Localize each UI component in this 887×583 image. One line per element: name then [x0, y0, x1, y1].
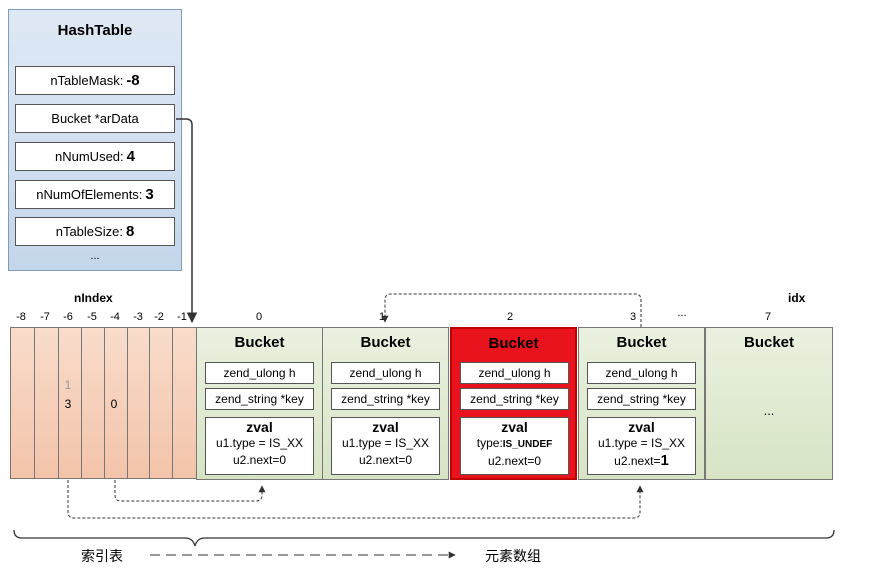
collision-chain-arrow	[381, 293, 642, 327]
bottom-brace	[13, 529, 835, 547]
nindex-to-bucket0-arrow	[114, 480, 266, 502]
nindex-to-bucket3-arrow	[67, 480, 644, 519]
element-array-label: 元素数组	[485, 548, 541, 564]
index-table-label: 索引表	[81, 548, 123, 564]
connector-layer	[13, 118, 835, 559]
ardata-pointer-arrow	[176, 118, 198, 324]
